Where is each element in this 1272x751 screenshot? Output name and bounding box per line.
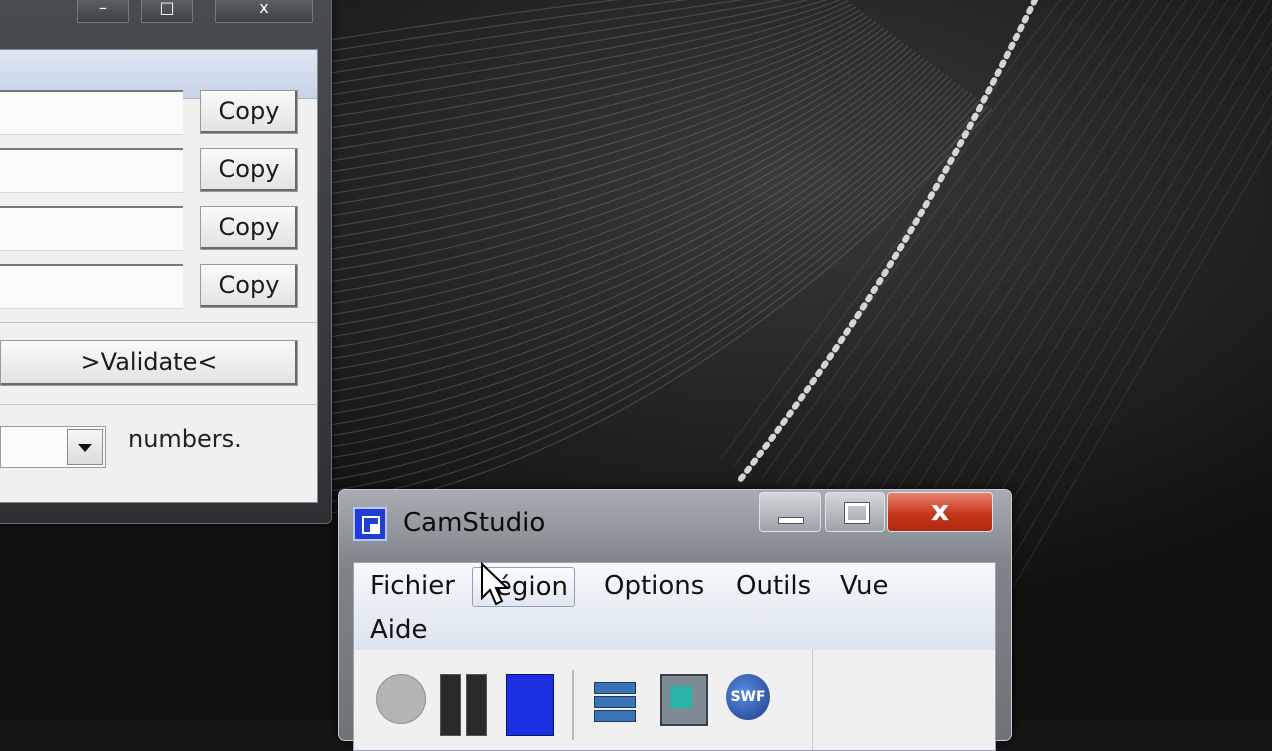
text-field-4[interactable] <box>0 264 183 309</box>
menu-vue[interactable]: Vue <box>834 567 895 605</box>
menu-bar: Fichier Région Options Outils Vue Aide <box>353 562 996 652</box>
toolbar-separator <box>572 670 574 740</box>
menu-options[interactable]: Options <box>598 567 710 605</box>
text-field-1[interactable] <box>0 90 183 135</box>
copy-button-4[interactable]: Copy <box>200 264 298 308</box>
validate-button[interactable]: >Validate< <box>0 340 298 386</box>
stop-icon[interactable] <box>506 674 554 736</box>
camstudio-app-icon[interactable] <box>353 507 387 541</box>
numbers-dropdown[interactable] <box>0 426 106 468</box>
pause-icon[interactable] <box>440 674 488 736</box>
copy-button-3[interactable]: Copy <box>200 206 298 250</box>
left-window-client: Copy Copy Copy Copy >Validate< numbers. <box>0 49 318 503</box>
mouse-cursor-icon <box>481 562 510 606</box>
close-button[interactable]: x <box>887 492 993 532</box>
maximize-button[interactable] <box>825 492 885 532</box>
menu-fichier[interactable]: Fichier <box>364 567 461 605</box>
window-title: CamStudio <box>403 508 546 538</box>
text-field-2[interactable] <box>0 148 183 193</box>
region-video-icon[interactable] <box>660 674 708 726</box>
maximize-button[interactable]: □ <box>141 0 193 23</box>
minimize-button[interactable] <box>759 492 821 532</box>
toolbar: SWF <box>353 650 996 751</box>
minimize-button[interactable]: – <box>77 0 129 23</box>
copy-button-2[interactable]: Copy <box>200 148 298 192</box>
divider <box>0 322 317 323</box>
divider <box>0 404 317 405</box>
chevron-down-icon[interactable] <box>67 429 103 465</box>
left-window: – □ x Copy Copy Copy Copy >Validate< num… <box>0 0 332 524</box>
menu-outils[interactable]: Outils <box>730 567 817 605</box>
numbers-label: numbers. <box>128 425 242 453</box>
swf-icon[interactable]: SWF <box>726 674 770 720</box>
record-icon[interactable] <box>376 674 426 724</box>
close-button[interactable]: x <box>215 0 313 23</box>
text-field-3[interactable] <box>0 206 183 251</box>
toolbar-divider <box>812 650 813 750</box>
camstudio-window: CamStudio x Fichier Région Options Outil… <box>338 489 1012 751</box>
copy-button-1[interactable]: Copy <box>200 90 298 134</box>
annotate-icon[interactable] <box>594 674 638 724</box>
menu-aide[interactable]: Aide <box>364 611 434 649</box>
